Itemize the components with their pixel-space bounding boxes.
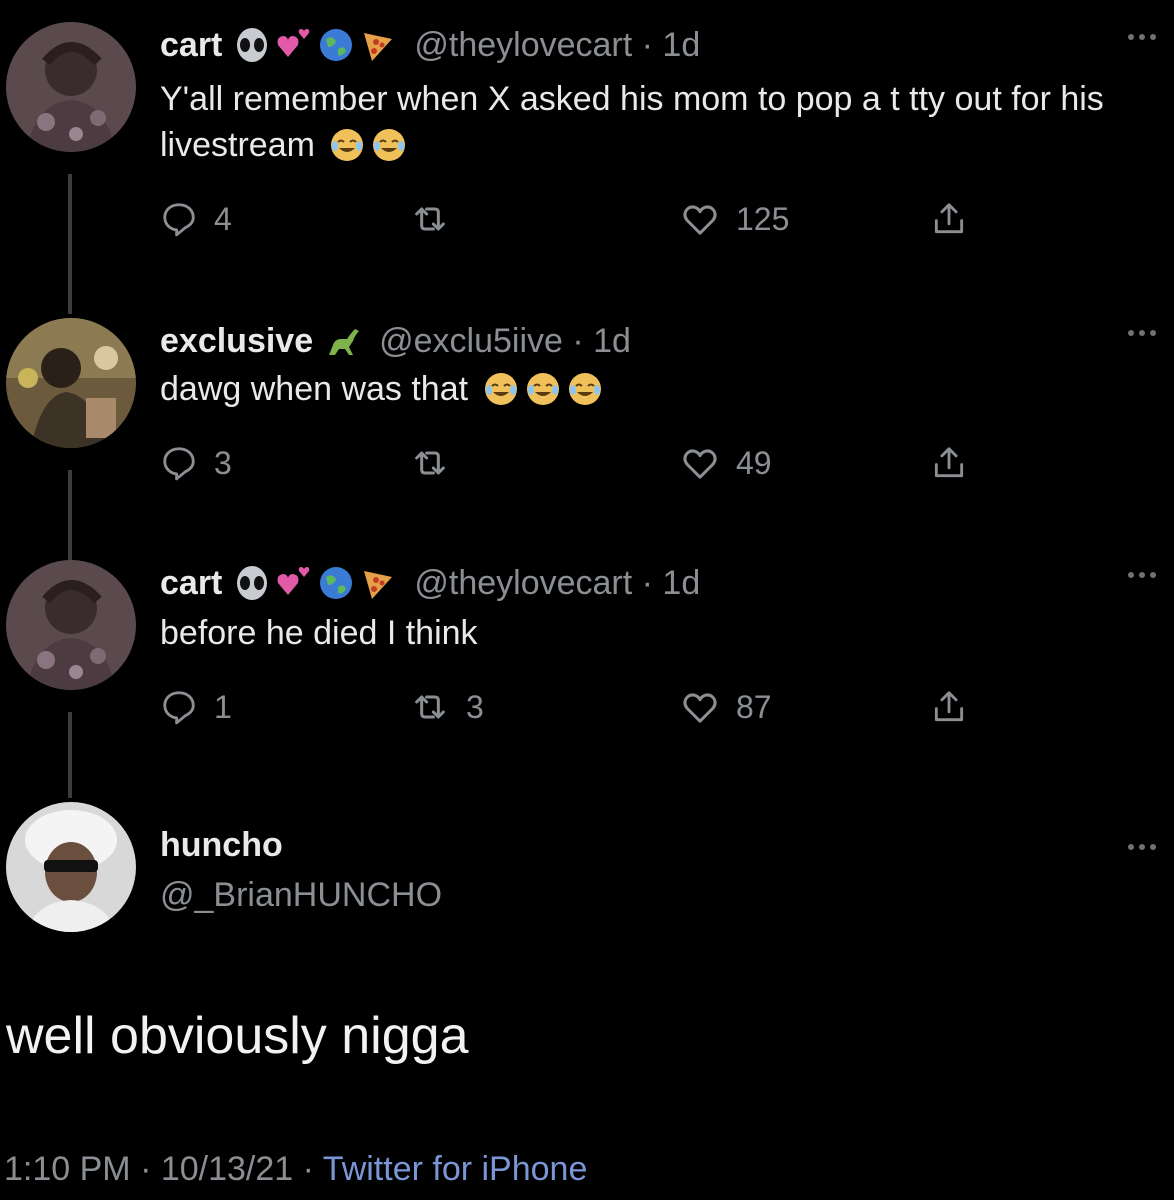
tweet-text: Y'all remember when X asked his mom to p… — [160, 76, 1150, 168]
avatar-huncho[interactable] — [6, 802, 136, 932]
tweet-text-content: dawg when was that — [160, 370, 469, 408]
heart-icon — [683, 205, 717, 235]
crying-laughing-icon — [373, 129, 406, 161]
avatar-image — [6, 22, 136, 152]
tweet-header: cart @theylovecart · 1d — [160, 22, 700, 68]
thread-line — [68, 712, 72, 798]
more-icon[interactable] — [1128, 330, 1156, 336]
reply-button[interactable]: 3 — [160, 438, 232, 488]
alien-icon — [237, 28, 268, 62]
handle-row: @_BrianHUNCHO — [160, 872, 442, 918]
crying-laughing-icon — [526, 373, 559, 405]
more-icon[interactable] — [1128, 572, 1156, 578]
tweet-text-content: before he died I think — [160, 614, 478, 652]
retweet-icon — [415, 695, 445, 719]
pizza-icon — [364, 571, 393, 599]
avatar-exclusive[interactable] — [6, 318, 136, 448]
reply-button[interactable]: 4 — [160, 194, 232, 244]
reply-count: 4 — [214, 200, 232, 237]
thread-line — [68, 470, 72, 560]
handle-timestamp[interactable]: @exclu5iive · 1d — [379, 322, 631, 361]
retweet-button[interactable] — [410, 194, 466, 244]
share-icon — [934, 691, 964, 722]
like-count: 87 — [736, 688, 772, 725]
tweet-text: before he died I think — [160, 610, 1150, 656]
main-tweet: huncho @_BrianHUNCHO — [0, 802, 1174, 942]
like-count: 49 — [736, 444, 772, 481]
avatar-image — [6, 318, 136, 448]
crying-laughing-icon — [484, 373, 517, 405]
display-name[interactable]: cart — [160, 564, 222, 603]
retweet-icon — [415, 207, 445, 231]
display-name[interactable]: cart — [160, 26, 222, 65]
crying-laughing-icon — [568, 373, 601, 405]
retweet-button[interactable] — [410, 438, 466, 488]
avatar-image — [6, 802, 136, 932]
tweet-2[interactable]: exclusive @exclu5iive · 1d dawg when was… — [0, 318, 1174, 560]
retweet-button[interactable]: 3 — [410, 682, 484, 732]
retweet-count: 3 — [466, 688, 484, 725]
tweet-text-content: Y'all remember when X asked his mom to p… — [160, 80, 1104, 164]
like-count: 125 — [736, 200, 790, 237]
like-button[interactable]: 87 — [680, 682, 772, 732]
avatar-cart[interactable] — [6, 560, 136, 690]
thread-line — [68, 174, 72, 314]
share-icon — [934, 447, 964, 478]
source-link[interactable]: Twitter for iPhone — [323, 1150, 588, 1188]
display-name[interactable]: exclusive — [160, 322, 313, 361]
pizza-icon — [364, 33, 393, 61]
reply-icon — [163, 691, 195, 725]
tweet-text: dawg when was that — [160, 366, 1150, 412]
reply-count: 1 — [214, 688, 232, 725]
heart-icon — [683, 449, 717, 479]
reply-button[interactable]: 1 — [160, 682, 232, 732]
hearts-icon — [277, 29, 310, 57]
hearts-icon — [277, 567, 310, 595]
globe-icon — [320, 29, 353, 61]
tweet-actions: 4 125 — [160, 194, 1010, 244]
globe-icon — [320, 567, 353, 599]
tweet-3[interactable]: cart @theylovecart · 1d before he died I… — [0, 560, 1174, 800]
dinosaur-icon — [329, 329, 360, 355]
avatar-cart[interactable] — [6, 22, 136, 152]
tweet-meta: 1:10 PM · 10/13/21 · Twitter for iPhone — [4, 1150, 587, 1189]
share-button[interactable] — [930, 438, 968, 488]
timestamp[interactable]: 1:10 PM · 10/13/21 · — [4, 1150, 323, 1188]
tweet-header: cart @theylovecart · 1d — [160, 560, 700, 606]
handle-timestamp[interactable]: @theylovecart · 1d — [414, 26, 700, 65]
like-button[interactable]: 125 — [680, 194, 789, 244]
display-name[interactable]: huncho — [160, 826, 283, 865]
tweet-actions: 3 49 — [160, 438, 1010, 488]
more-icon[interactable] — [1128, 844, 1156, 850]
reply-count: 3 — [214, 444, 232, 481]
tweet-actions: 1 3 87 — [160, 682, 1010, 732]
crying-laughing-icon — [331, 129, 364, 161]
retweet-icon — [415, 451, 445, 475]
alien-icon — [237, 566, 268, 600]
reply-icon — [163, 447, 195, 481]
share-button[interactable] — [930, 194, 968, 244]
more-icon[interactable] — [1128, 34, 1156, 40]
handle-timestamp[interactable]: @theylovecart · 1d — [414, 564, 700, 603]
tweet-1[interactable]: cart @theylovecart · 1d Y'all remember w… — [0, 22, 1174, 314]
heart-icon — [683, 693, 717, 723]
avatar-image — [6, 560, 136, 690]
handle[interactable]: @_BrianHUNCHO — [160, 876, 442, 915]
share-icon — [934, 203, 964, 234]
main-tweet-text: well obviously nigga — [6, 1007, 469, 1065]
share-button[interactable] — [930, 682, 968, 732]
tweet-header: huncho — [160, 822, 293, 868]
like-button[interactable]: 49 — [680, 438, 772, 488]
reply-icon — [163, 203, 195, 237]
tweet-header: exclusive @exclu5iive · 1d — [160, 318, 631, 364]
